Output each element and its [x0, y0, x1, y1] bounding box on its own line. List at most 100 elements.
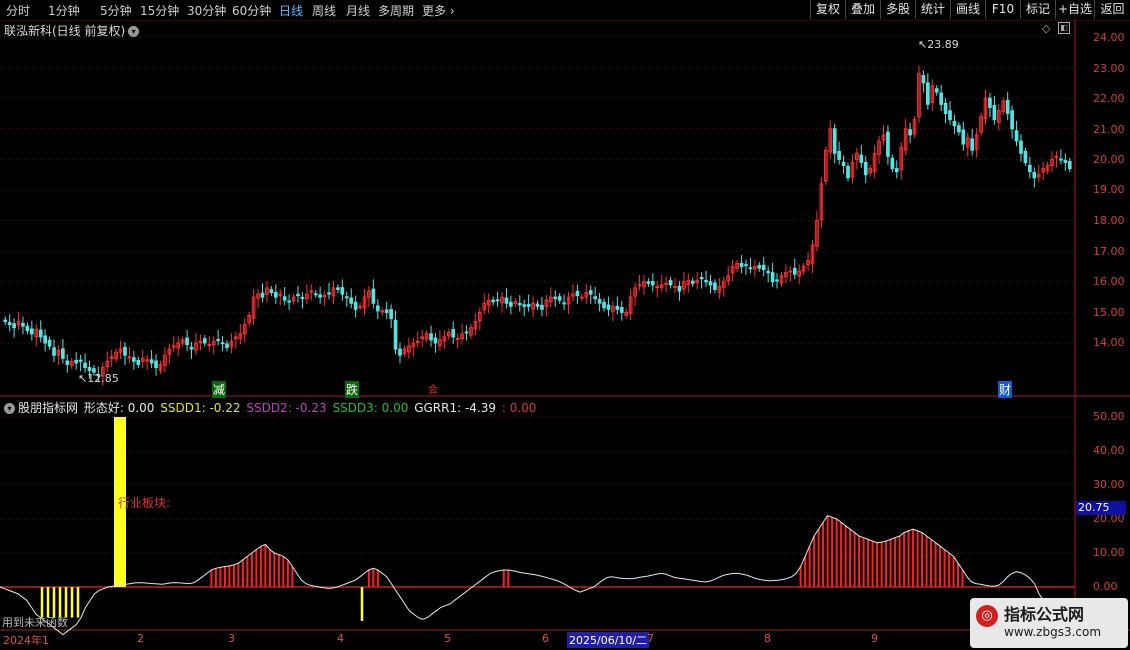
- candle-body: [380, 310, 385, 313]
- candle-body: [25, 325, 30, 332]
- candle-body: [202, 338, 207, 344]
- candle-body: [553, 296, 558, 300]
- candle-body: [894, 168, 899, 173]
- candle-body: [593, 296, 597, 300]
- candle-body: [1032, 172, 1037, 179]
- candle-body: [123, 346, 127, 356]
- candle-body: [358, 305, 362, 308]
- candle-body: [491, 299, 495, 303]
- candle-body: [455, 337, 460, 340]
- candle-body: [3, 319, 8, 323]
- candle-body: [313, 293, 318, 296]
- candle-body: [21, 322, 25, 327]
- candle-body: [327, 292, 331, 295]
- current-value-badge: 20.75: [1076, 501, 1126, 515]
- candle-body: [943, 102, 948, 114]
- candle-body: [1005, 99, 1010, 115]
- candle-body: [216, 339, 220, 342]
- candle-body: [713, 282, 717, 290]
- low-value: 12.85: [87, 372, 119, 385]
- candle-body: [1059, 158, 1063, 161]
- candle-body: [398, 348, 402, 356]
- indicator-tick: 50.00: [1093, 410, 1125, 423]
- candle-body: [171, 345, 176, 348]
- event-tag-meeting[interactable]: 会: [428, 381, 438, 396]
- candle-body: [269, 289, 274, 294]
- candle-body: [1028, 164, 1032, 173]
- indicator-name[interactable]: 股朋指标网: [18, 401, 78, 415]
- candle-body: [349, 297, 354, 304]
- candle-body: [336, 287, 340, 290]
- candle-body: [149, 359, 154, 364]
- candle-body: [1019, 140, 1023, 154]
- candle-body: [78, 359, 83, 362]
- candle-body: [198, 340, 203, 343]
- candle-body: [433, 337, 438, 344]
- candle-body: [287, 300, 291, 303]
- candle-body: [132, 357, 136, 362]
- sector-label: 行业板块:: [118, 496, 171, 510]
- x-axis-label: 6: [542, 632, 549, 645]
- candle-body: [890, 157, 895, 170]
- chevron-down-icon[interactable]: ▾: [4, 403, 15, 414]
- event-tag-drop[interactable]: 跌: [345, 381, 360, 398]
- watermark-logo: ◎ 指标公式网 www.zbgs3.com: [970, 598, 1128, 648]
- x-axis-label: 5: [444, 632, 451, 645]
- candle-body: [770, 272, 775, 283]
- candle-body: [664, 282, 668, 285]
- price-tick: 15.00: [1093, 306, 1125, 319]
- candle-body: [185, 337, 189, 346]
- candle-body: [522, 304, 527, 307]
- arrow-left-icon: ↖: [918, 38, 928, 51]
- candle-body: [846, 165, 850, 179]
- candle-body: [748, 267, 753, 270]
- candle-body: [52, 347, 56, 356]
- candle-body: [318, 294, 322, 298]
- candle-body: [597, 299, 602, 304]
- candle-body: [939, 92, 943, 105]
- candle-body: [340, 287, 345, 295]
- event-tag-reduce[interactable]: 减: [212, 381, 227, 398]
- candle-body: [992, 105, 997, 121]
- candle-body: [322, 295, 327, 298]
- candle-body: [517, 303, 522, 306]
- candle-body: [353, 301, 358, 310]
- chart-canvas: [0, 20, 1130, 636]
- x-axis-label: 9: [871, 632, 878, 645]
- candle-body: [7, 321, 12, 326]
- candle-body: [207, 344, 212, 347]
- candle-body: [637, 284, 642, 287]
- candle-body: [744, 264, 748, 267]
- candle-body: [926, 82, 930, 105]
- price-tick: 14.00: [1093, 336, 1125, 349]
- candle-body: [957, 125, 961, 133]
- candle-body: [43, 335, 47, 344]
- candle-body: [602, 301, 606, 309]
- candle-body: [1063, 159, 1068, 163]
- x-axis-label: 2024年1: [3, 634, 49, 647]
- indicator-value-shape: 形态好: 0.00: [83, 401, 155, 415]
- arrow-left-icon: ↖: [78, 372, 88, 385]
- candle-body: [74, 359, 79, 364]
- watermark-title: 指标公式网: [1004, 605, 1085, 624]
- high-annotation: ↖23.89: [918, 38, 959, 51]
- indicator-tick: 40.00: [1093, 444, 1125, 457]
- candle-body: [220, 342, 225, 345]
- event-tag-finance[interactable]: 财: [998, 381, 1013, 398]
- candle-body: [344, 296, 349, 299]
- price-tick: 20.00: [1093, 153, 1125, 166]
- candle-body: [646, 281, 651, 284]
- price-tick: 19.00: [1093, 183, 1125, 196]
- indicator-tick: 0.00: [1093, 580, 1118, 593]
- candle-body: [908, 129, 912, 136]
- candle-body: [504, 297, 509, 304]
- candle-body: [615, 305, 620, 310]
- candle-body: [384, 309, 389, 313]
- candle-body: [690, 280, 695, 284]
- candle-body: [189, 346, 194, 350]
- x-axis-label: 8: [764, 632, 771, 645]
- x-axis-label: 7: [647, 632, 654, 645]
- candle-body: [260, 292, 265, 298]
- candle-body: [650, 280, 655, 286]
- candle-body: [766, 270, 770, 274]
